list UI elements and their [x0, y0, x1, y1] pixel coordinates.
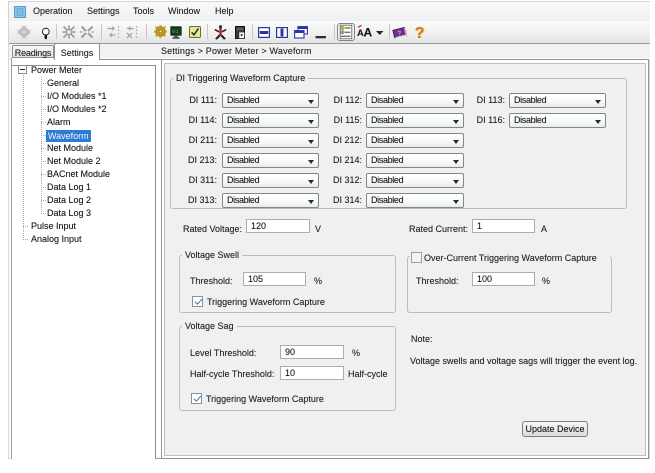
svg-text:01: 01 — [172, 28, 179, 35]
svg-text:?: ? — [415, 25, 424, 41]
svg-text:A: A — [364, 25, 373, 39]
